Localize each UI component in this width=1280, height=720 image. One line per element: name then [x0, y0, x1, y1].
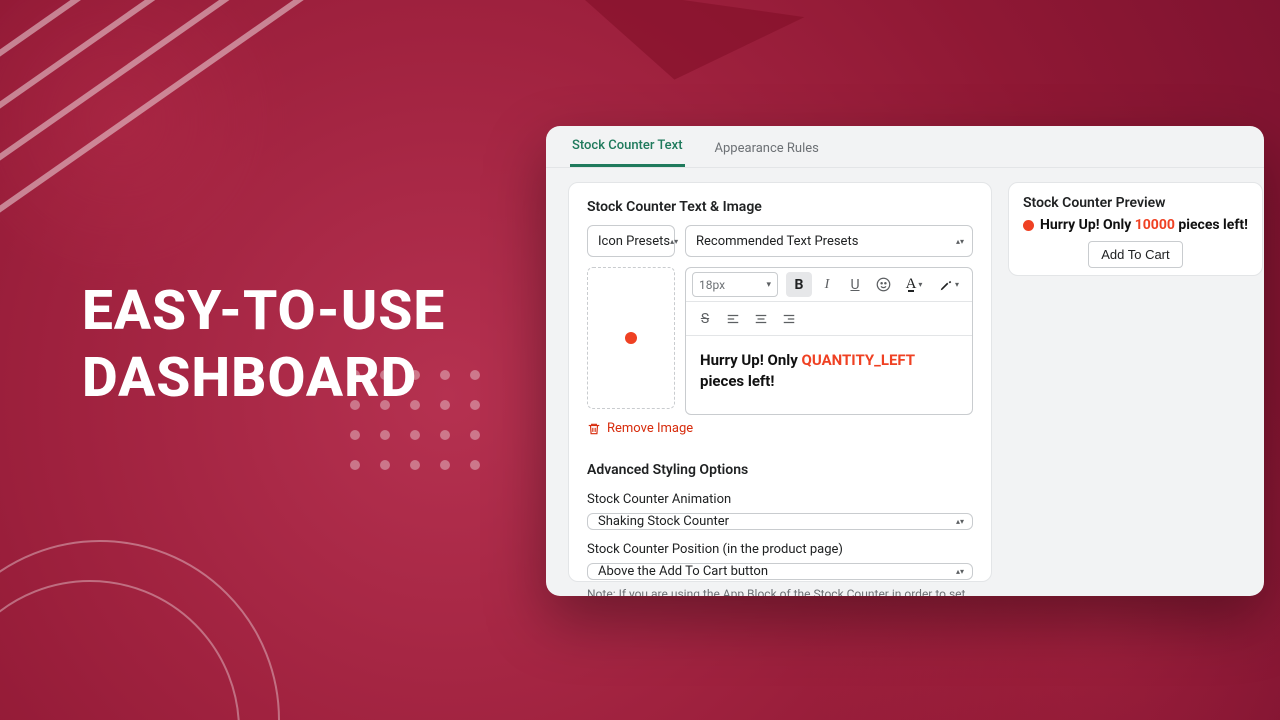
- align-right-button[interactable]: [776, 306, 802, 331]
- chevron-down-icon: ▾: [766, 280, 771, 290]
- headline-line-2: DASHBOARD: [82, 345, 445, 412]
- caret-sort-icon: ▴▾: [956, 239, 964, 244]
- body-suffix: pieces left!: [700, 372, 774, 390]
- italic-button[interactable]: I: [814, 272, 840, 297]
- tab-appearance-rules[interactable]: Appearance Rules: [713, 129, 821, 167]
- image-preview-well[interactable]: [587, 267, 675, 409]
- highlight-color-button[interactable]: ▾: [932, 272, 966, 297]
- text-color-button[interactable]: A▾: [898, 272, 930, 297]
- preview-line: Hurry Up! Only 10000 pieces left!: [1023, 217, 1248, 233]
- icon-presets-label: Icon Presets: [598, 234, 670, 249]
- preview-suffix: pieces left!: [1175, 217, 1248, 233]
- animation-label: Stock Counter Animation: [587, 492, 973, 507]
- text-presets-label: Recommended Text Presets: [696, 234, 858, 249]
- trash-icon: [587, 422, 601, 436]
- remove-image-button[interactable]: Remove Image: [587, 421, 973, 436]
- editor-card: Stock Counter Text & Image Icon Presets …: [568, 182, 992, 582]
- preview-title: Stock Counter Preview: [1023, 195, 1248, 211]
- caret-sort-icon: ▴▾: [670, 239, 678, 244]
- font-size-select[interactable]: 18px ▾: [692, 272, 778, 297]
- position-note: Note: If you are using the App Block of …: [587, 586, 973, 596]
- strikethrough-button[interactable]: S: [692, 306, 718, 331]
- body-prefix: Hurry Up! Only: [700, 351, 802, 369]
- position-select[interactable]: Above the Add To Cart button ▴▾: [587, 563, 973, 580]
- editor-body[interactable]: Hurry Up! Only QUANTITY_LEFT pieces left…: [686, 336, 972, 414]
- section-title: Stock Counter Text & Image: [587, 199, 973, 215]
- preview-prefix: Hurry Up! Only: [1040, 217, 1135, 233]
- stock-dot-icon: [625, 332, 637, 344]
- underline-button[interactable]: U: [842, 272, 868, 297]
- icon-presets-select[interactable]: Icon Presets ▴▾: [587, 225, 675, 257]
- add-to-cart-button[interactable]: Add To Cart: [1088, 241, 1182, 268]
- text-presets-select[interactable]: Recommended Text Presets ▴▾: [685, 225, 973, 257]
- quantity-variable: QUANTITY_LEFT: [802, 351, 915, 369]
- tab-stock-counter-text[interactable]: Stock Counter Text: [570, 126, 685, 167]
- caret-sort-icon: ▴▾: [956, 569, 964, 574]
- bg-wedge: [556, 0, 805, 96]
- align-center-button[interactable]: [748, 306, 774, 331]
- highlighter-icon: [939, 278, 953, 292]
- marketing-headline: EASY-TO-USE DASHBOARD: [82, 278, 445, 412]
- animation-value: Shaking Stock Counter: [598, 514, 729, 529]
- rich-text-editor: 18px ▾ B I U A▾ ▾: [685, 267, 973, 415]
- position-value: Above the Add To Cart button: [598, 564, 768, 579]
- advanced-title: Advanced Styling Options: [587, 462, 973, 478]
- align-left-button[interactable]: [720, 306, 746, 331]
- font-size-value: 18px: [699, 278, 725, 292]
- headline-line-1: EASY-TO-USE: [82, 278, 445, 345]
- tab-bar: Stock Counter Text Appearance Rules: [546, 126, 1264, 168]
- preview-card: Stock Counter Preview Hurry Up! Only 100…: [1008, 182, 1263, 276]
- position-label: Stock Counter Position (in the product p…: [587, 542, 973, 557]
- bold-button[interactable]: B: [786, 272, 812, 297]
- preview-quantity: 10000: [1135, 217, 1175, 233]
- remove-image-label: Remove Image: [607, 421, 693, 436]
- emoji-button[interactable]: [870, 272, 896, 297]
- dashboard-panel: Stock Counter Text Appearance Rules Stoc…: [546, 126, 1264, 596]
- bg-stripes: [0, 0, 380, 188]
- animation-select[interactable]: Shaking Stock Counter ▴▾: [587, 513, 973, 530]
- stock-dot-icon: [1023, 220, 1034, 231]
- caret-sort-icon: ▴▾: [956, 519, 964, 524]
